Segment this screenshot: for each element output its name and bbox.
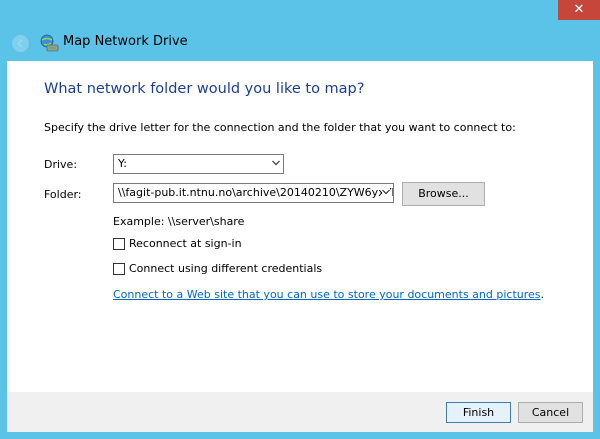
back-arrow-icon	[16, 39, 23, 48]
drive-select-value: Y:	[118, 157, 127, 170]
link-period: .	[540, 288, 545, 301]
finish-button[interactable]: Finish	[446, 402, 511, 423]
browse-button[interactable]: Browse...	[402, 182, 485, 206]
web-site-link-row: Connect to a Web site that you can use t…	[113, 288, 544, 301]
credentials-checkbox[interactable]	[113, 263, 125, 275]
web-site-link[interactable]: Connect to a Web site that you can use t…	[113, 288, 541, 301]
close-button[interactable]: ✕	[558, 0, 600, 20]
cancel-button[interactable]: Cancel	[518, 402, 583, 423]
title-bar: Map Network Drive	[0, 26, 600, 61]
reconnect-label[interactable]: Reconnect at sign-in	[129, 237, 242, 250]
folder-label: Folder:	[44, 188, 82, 201]
instruction-text: Specify the drive letter for the connect…	[44, 121, 516, 134]
credentials-label[interactable]: Connect using different credentials	[129, 262, 322, 275]
drive-label: Drive:	[44, 158, 78, 171]
chevron-down-icon	[272, 160, 280, 166]
dialog-content: What network folder would you like to ma…	[7, 61, 593, 392]
back-button[interactable]	[11, 34, 30, 53]
drive-select[interactable]: Y:	[113, 154, 284, 174]
reconnect-checkbox[interactable]	[113, 238, 125, 250]
folder-combobox[interactable]: \\fagit-pub.it.ntnu.no\archive\20140210\…	[113, 183, 394, 203]
close-icon: ✕	[573, 2, 585, 17]
window-title: Map Network Drive	[63, 34, 188, 49]
example-text: Example: \\server\share	[113, 215, 245, 228]
page-heading: What network folder would you like to ma…	[44, 81, 365, 97]
dialog-footer: Finish Cancel	[7, 392, 593, 432]
folder-combobox-value: \\fagit-pub.it.ntnu.no\archive\20140210\…	[118, 186, 394, 199]
chevron-down-icon	[382, 188, 390, 196]
network-drive-icon	[40, 34, 59, 52]
